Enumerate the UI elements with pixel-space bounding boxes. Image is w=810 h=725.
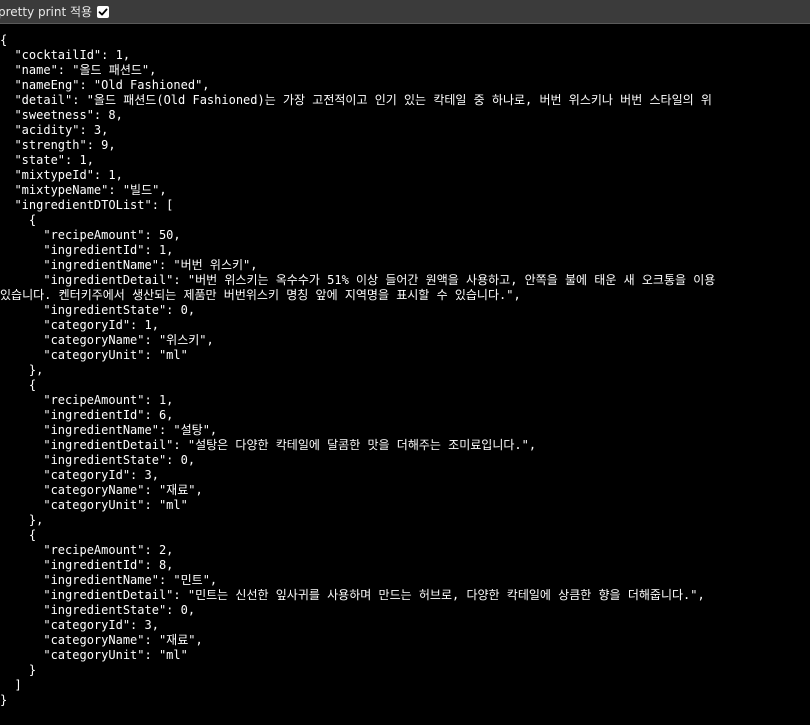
json-line: "ingredientDTOList": [ <box>0 198 174 212</box>
json-line: { <box>0 213 37 227</box>
json-line: "state": 1, <box>0 153 94 167</box>
json-line: "ingredientName": "설탕", <box>0 423 218 437</box>
json-line: }, <box>0 513 44 527</box>
json-line: "categoryId": 3, <box>0 618 159 632</box>
json-output: { "cocktailId": 1, "name": "올드 패션드", "na… <box>0 33 810 725</box>
json-line: "ingredientId": 1, <box>0 243 174 257</box>
json-line: "recipeAmount": 1, <box>0 393 174 407</box>
json-line: "sweetness": 8, <box>0 108 123 122</box>
json-line: "ingredientId": 6, <box>0 408 174 422</box>
json-line: ] <box>0 678 22 692</box>
json-line: "nameEng": "Old Fashioned", <box>0 78 210 92</box>
json-line: "strength": 9, <box>0 138 116 152</box>
json-line: { <box>0 33 8 47</box>
json-line: "categoryUnit": "ml" <box>0 648 188 662</box>
pretty-print-label[interactable]: pretty print 적용 <box>0 3 92 20</box>
json-line: "categoryUnit": "ml" <box>0 348 188 362</box>
json-line: "ingredientState": 0, <box>0 453 196 467</box>
json-line: "recipeAmount": 2, <box>0 543 174 557</box>
json-line: "ingredientName": "민트", <box>0 573 218 587</box>
json-line: "acidity": 3, <box>0 123 109 137</box>
json-line: "categoryName": "재료", <box>0 483 203 497</box>
json-line: "mixtypeName": "빌드", <box>0 183 167 197</box>
json-line: "categoryId": 3, <box>0 468 159 482</box>
json-line: "ingredientState": 0, <box>0 303 196 317</box>
json-line: "ingredientDetail": "설탕은 다양한 칵테일에 달콤한 맛을… <box>0 438 537 452</box>
json-line: "recipeAmount": 50, <box>0 228 181 242</box>
json-line: "ingredientName": "버번 위스키", <box>0 258 258 272</box>
json-line: "ingredientId": 8, <box>0 558 174 572</box>
pretty-print-checkbox[interactable] <box>97 5 110 18</box>
json-line: "ingredientDetail": "민트는 신선한 잎사귀를 사용하며 만… <box>0 588 705 602</box>
checkmark-icon <box>98 8 108 15</box>
json-line: "cocktailId": 1, <box>0 48 131 62</box>
json-line: "name": "올드 패션드", <box>0 63 157 77</box>
json-line: "categoryName": "재료", <box>0 633 203 647</box>
json-line: "categoryId": 1, <box>0 318 159 332</box>
json-line: { <box>0 528 37 542</box>
json-line: } <box>0 663 37 677</box>
json-line: "detail": "올드 패션드(Old Fashioned)는 가장 고전적… <box>0 93 712 107</box>
pretty-print-toolbar: pretty print 적용 <box>0 0 810 24</box>
json-line: 있습니다. 켄터키주에서 생산되는 제품만 버번위스키 명칭 앞에 지역명을 표… <box>0 288 521 302</box>
json-line: }, <box>0 363 44 377</box>
json-line: "mixtypeId": 1, <box>0 168 123 182</box>
json-line: } <box>0 693 8 707</box>
json-line: "categoryName": "위스키", <box>0 333 214 347</box>
json-line: "categoryUnit": "ml" <box>0 498 188 512</box>
json-line: { <box>0 378 37 392</box>
json-line: "ingredientState": 0, <box>0 603 196 617</box>
json-line: "ingredientDetail": "버번 위스키는 옥수수가 51% 이상… <box>0 273 716 287</box>
